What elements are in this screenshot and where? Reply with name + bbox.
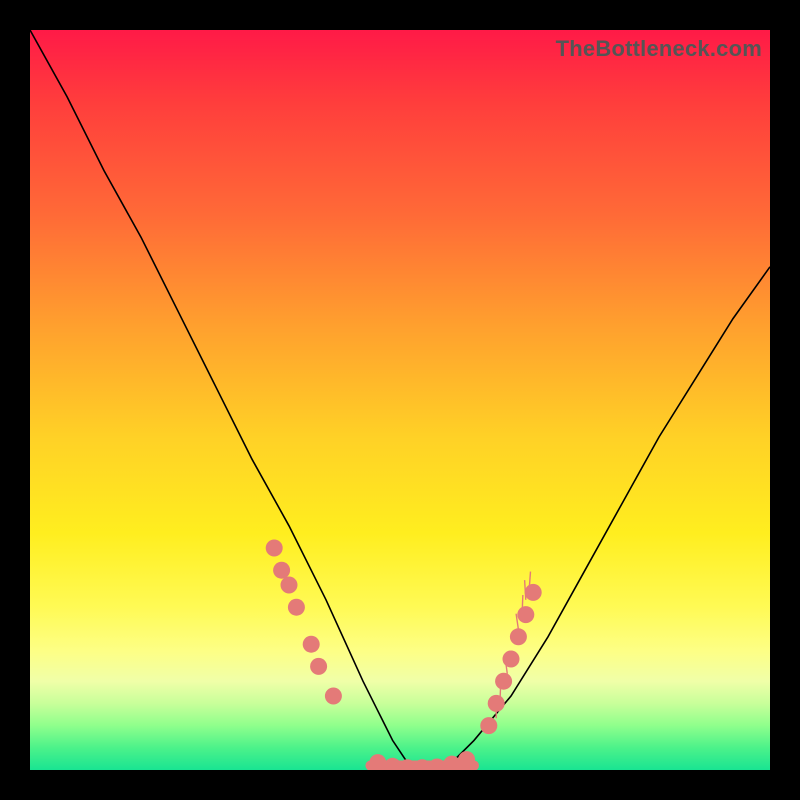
marker-dot [384,758,401,770]
bottleneck-curve [30,30,770,770]
data-markers [266,540,542,771]
marker-dot [369,754,386,770]
marker-dot [303,636,320,653]
marker-dot [503,651,520,668]
plot-area: TheBottleneck.com [30,30,770,770]
marker-dot [281,577,298,594]
marker-dot [517,606,534,623]
marker-dot [288,599,305,616]
marker-dot [495,673,512,690]
marker-dot [429,759,446,770]
marker-dot [310,658,327,675]
marker-dot [266,540,283,557]
marker-dot [525,584,542,601]
chart-frame: TheBottleneck.com [0,0,800,800]
bottleneck-curve-svg [30,30,770,770]
marker-dot [273,562,290,579]
marker-dot [458,751,475,768]
marker-dot [488,695,505,712]
marker-dot [510,628,527,645]
marker-dot [480,717,497,734]
marker-dot [325,688,342,705]
